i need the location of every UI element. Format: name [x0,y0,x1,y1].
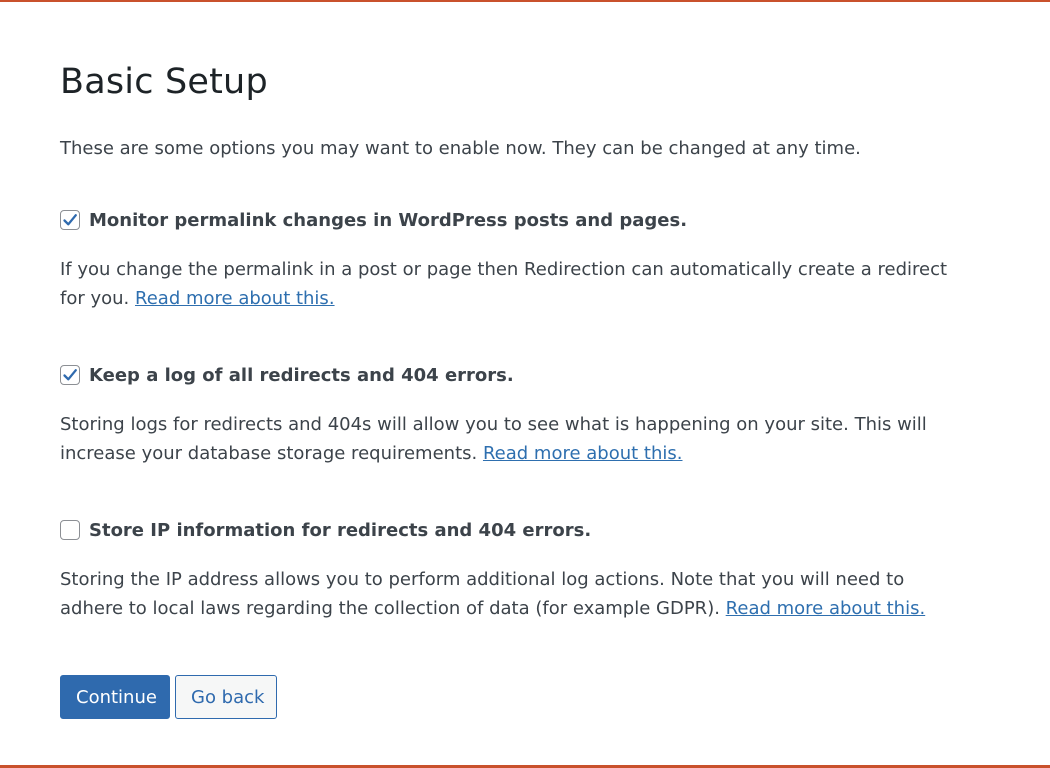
page-title: Basic Setup [60,62,268,102]
read-more-link[interactable]: Read more about this. [483,443,683,464]
option-label: Store IP information for redirects and 4… [89,519,592,541]
option-label: Keep a log of all redirects and 404 erro… [89,364,514,386]
read-more-link[interactable]: Read more about this. [135,288,335,309]
option-description: If you change the permalink in a post or… [60,255,970,313]
option-description: Storing the IP address allows you to per… [60,565,970,623]
monitor-permalinks-checkbox[interactable] [60,210,80,230]
option-keep-log[interactable]: Keep a log of all redirects and 404 erro… [60,362,514,388]
option-store-ip[interactable]: Store IP information for redirects and 4… [60,517,591,543]
top-border [0,0,1050,2]
checkmark-icon [63,214,77,226]
go-back-button[interactable]: Go back [175,675,277,719]
continue-button[interactable]: Continue [60,675,170,719]
keep-log-checkbox[interactable] [60,365,80,385]
option-monitor-permalinks[interactable]: Monitor permalink changes in WordPress p… [60,207,687,233]
intro-text: These are some options you may want to e… [60,138,861,159]
checkmark-icon [63,369,77,381]
store-ip-checkbox[interactable] [60,520,80,540]
read-more-link[interactable]: Read more about this. [726,598,926,619]
option-description: Storing logs for redirects and 404s will… [60,410,970,468]
option-label: Monitor permalink changes in WordPress p… [89,209,688,231]
